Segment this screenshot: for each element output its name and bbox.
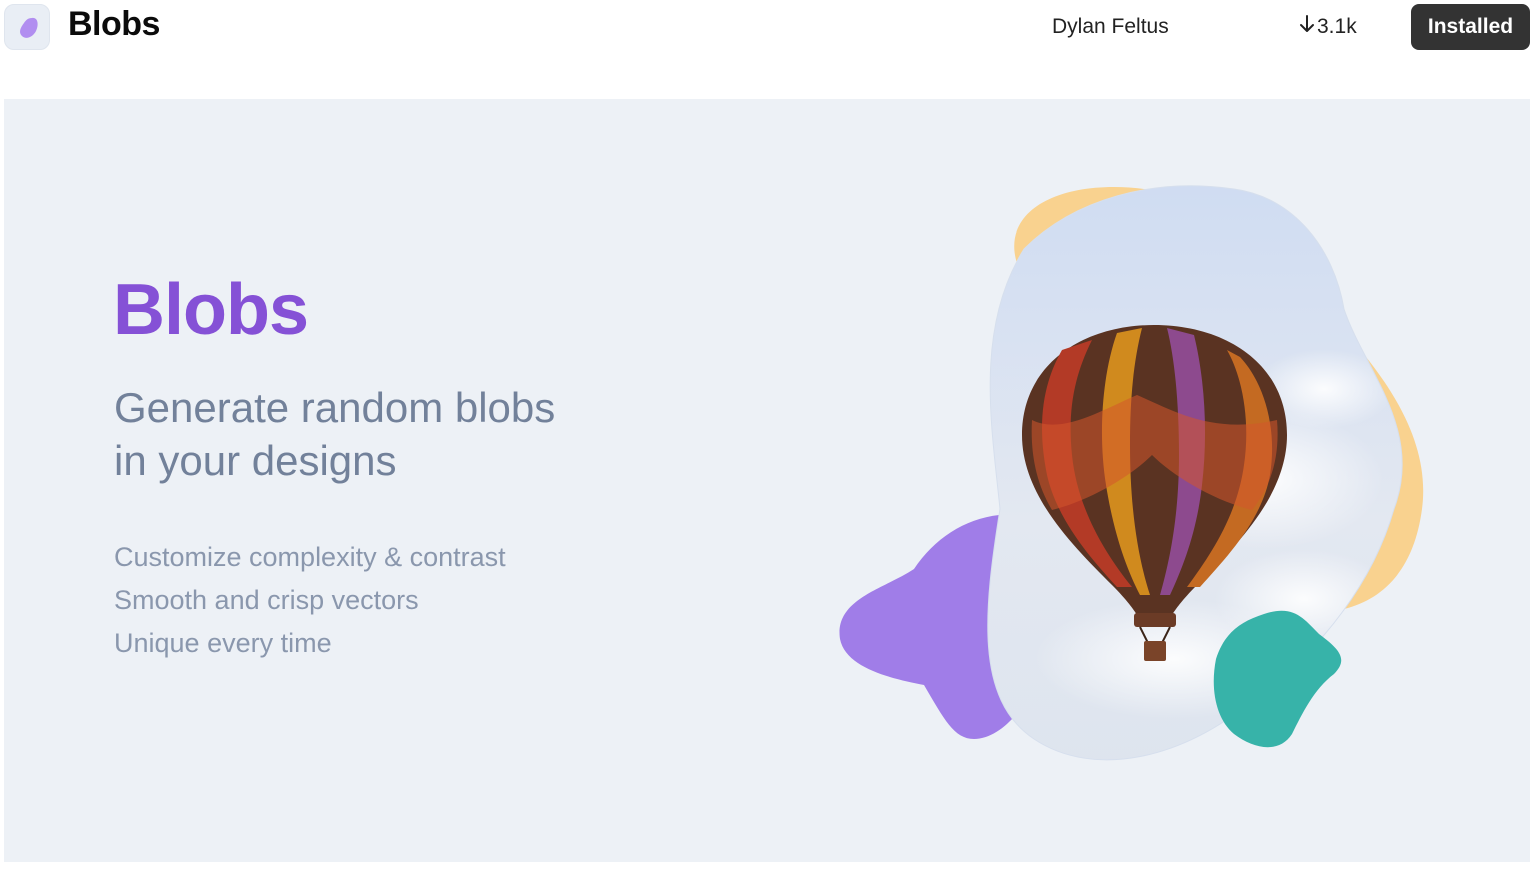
hero-title: Blobs bbox=[113, 270, 309, 350]
hero-subtitle-line: Generate random blobs bbox=[114, 384, 556, 431]
blob-illustration bbox=[839, 185, 1424, 761]
installed-button[interactable]: Installed bbox=[1411, 4, 1530, 50]
hero-subtitle: Generate random blobs in your designs bbox=[114, 381, 674, 487]
download-count: 3.1k bbox=[1299, 15, 1357, 39]
app-title: Blobs bbox=[68, 5, 160, 43]
author-link[interactable]: Dylan Feltus bbox=[1052, 15, 1169, 39]
download-count-value: 3.1k bbox=[1317, 15, 1357, 38]
arrow-down-icon bbox=[1299, 15, 1315, 39]
app-blob-icon bbox=[4, 4, 50, 50]
header: Blobs Dylan Feltus 3.1k Installed bbox=[0, 0, 1540, 56]
feature-item: Smooth and crisp vectors bbox=[114, 585, 419, 615]
hero-subtitle-line: in your designs bbox=[114, 437, 397, 484]
feature-item: Unique every time bbox=[114, 628, 332, 658]
feature-list: Customize complexity & contrast Smooth a… bbox=[114, 536, 506, 665]
feature-item: Customize complexity & contrast bbox=[114, 542, 506, 572]
hero-banner: Blobs Generate random blobs in your desi… bbox=[4, 99, 1530, 862]
